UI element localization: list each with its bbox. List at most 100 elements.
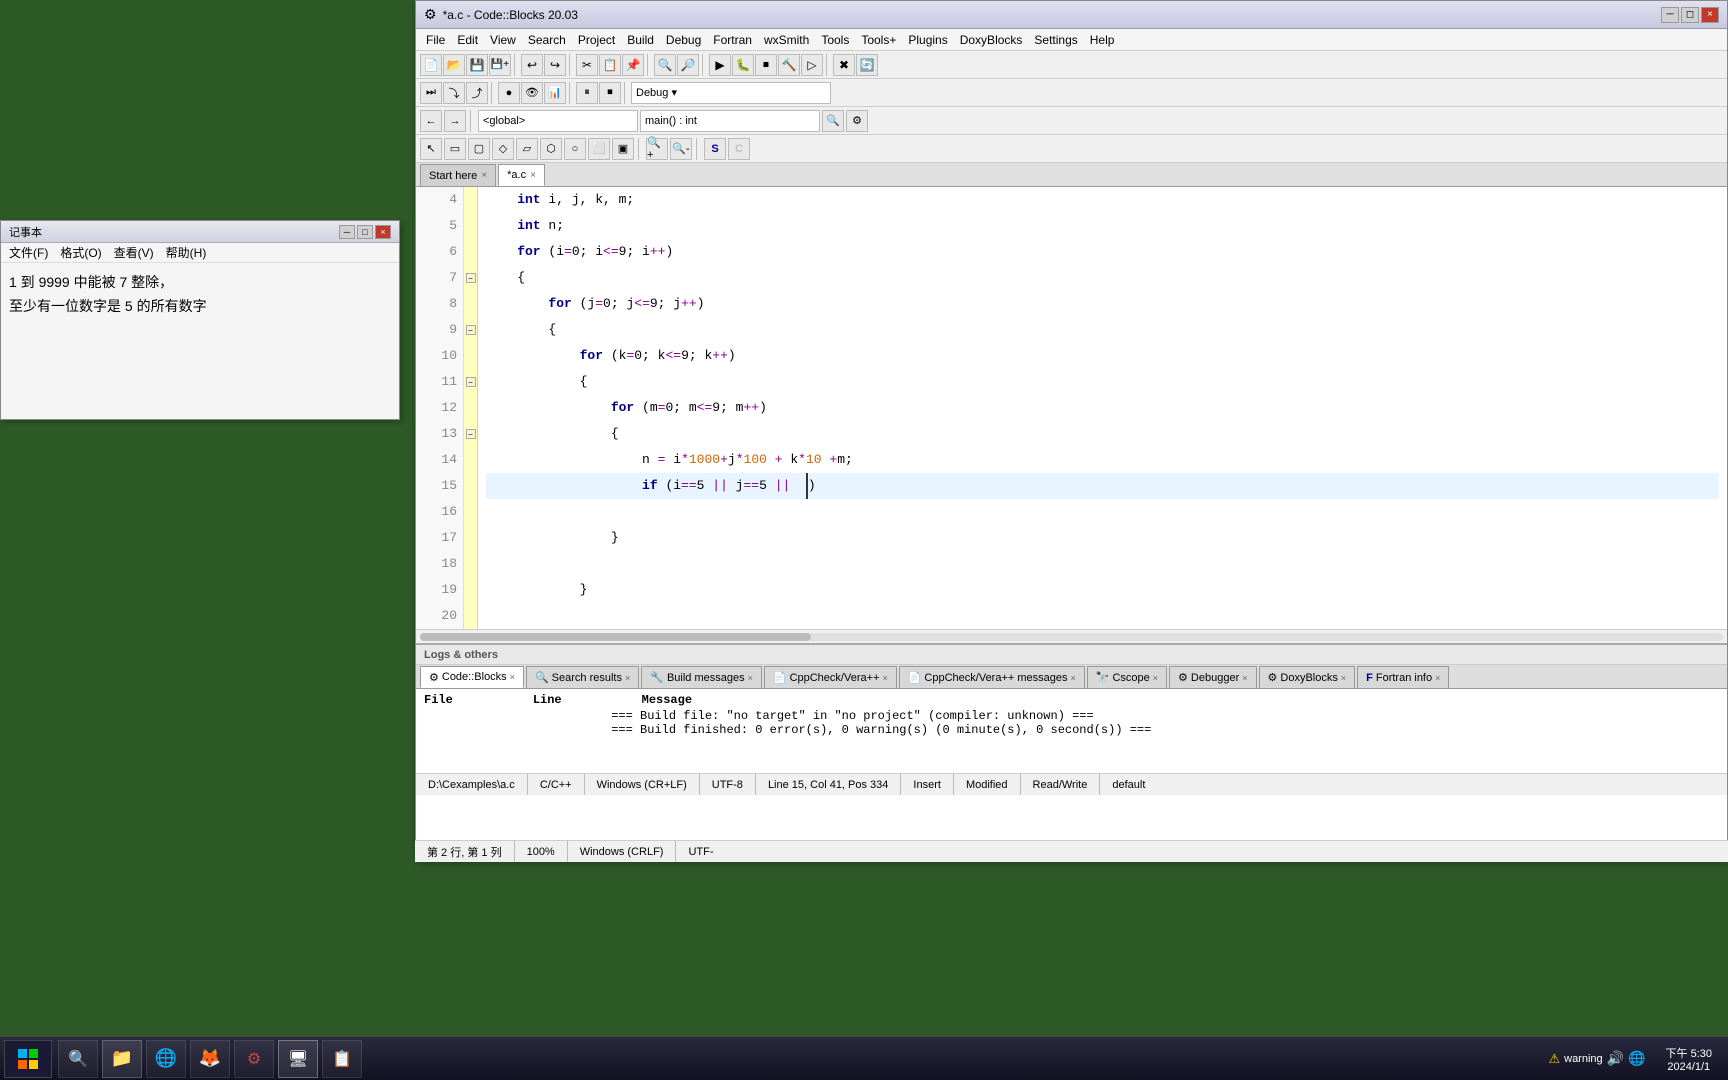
menu-tools[interactable]: Tools xyxy=(815,31,855,49)
scope-dropdown[interactable]: main() : int xyxy=(640,110,820,132)
tb-zoom-out[interactable]: 🔍- xyxy=(670,138,692,160)
tb2-stop[interactable]: ⏹ xyxy=(599,82,621,104)
tray-volume[interactable]: 🔊 xyxy=(1607,1050,1624,1067)
tb-saveall[interactable]: 💾+ xyxy=(489,54,511,76)
fortran-close[interactable]: × xyxy=(1435,673,1440,683)
log-tab-cppcheck-msgs[interactable]: 📄 CppCheck/Vera++ messages × xyxy=(899,666,1085,688)
menu-doxyblocks[interactable]: DoxyBlocks xyxy=(954,31,1029,49)
fold-13[interactable]: − xyxy=(464,421,477,447)
log-tab-fortran[interactable]: F Fortran info × xyxy=(1357,666,1449,688)
tb-cut[interactable]: ✂ xyxy=(576,54,598,76)
tb-run[interactable]: ▶ xyxy=(709,54,731,76)
tb3-settings[interactable]: ⚙ xyxy=(846,110,868,132)
tray-network[interactable]: 🌐 xyxy=(1628,1050,1645,1067)
h-scrollbar[interactable] xyxy=(416,629,1727,643)
menu-plugins[interactable]: Plugins xyxy=(902,31,953,49)
ide-close-btn[interactable]: × xyxy=(1701,7,1719,23)
taskbar-app1[interactable]: ⚙ xyxy=(234,1040,274,1078)
tb-build[interactable]: 🔨 xyxy=(778,54,800,76)
tb2-pause[interactable]: ⏸ xyxy=(576,82,598,104)
menu-debug[interactable]: Debug xyxy=(660,31,707,49)
debugger-close[interactable]: × xyxy=(1242,673,1247,683)
tb-circle[interactable]: ○ xyxy=(564,138,586,160)
menu-search[interactable]: Search xyxy=(522,31,572,49)
tb-copy[interactable]: 📋 xyxy=(599,54,621,76)
menu-file[interactable]: File xyxy=(420,31,451,49)
tb-open[interactable]: 📂 xyxy=(443,54,465,76)
start-button[interactable] xyxy=(4,1040,52,1078)
tb-undo[interactable]: ↩ xyxy=(521,54,543,76)
log-tab-doxyblocks[interactable]: ⚙ DoxyBlocks × xyxy=(1259,666,1356,688)
tb-redo[interactable]: ↪ xyxy=(544,54,566,76)
tb-para[interactable]: ▱ xyxy=(516,138,538,160)
cppcheck-msgs-close[interactable]: × xyxy=(1071,673,1076,683)
menu-build[interactable]: Build xyxy=(621,31,660,49)
tab-start-here[interactable]: Start here × xyxy=(420,164,496,186)
tb-snippet1[interactable]: S xyxy=(704,138,726,160)
tb3-back[interactable]: ← xyxy=(420,110,442,132)
tb-roundrect[interactable]: ▣ xyxy=(612,138,634,160)
codeblocks-tab-close[interactable]: × xyxy=(510,672,515,682)
tb2-watch[interactable]: 👁 xyxy=(521,82,543,104)
taskbar-app3[interactable]: 📋 xyxy=(322,1040,362,1078)
tb-abortbuild[interactable]: ✖ xyxy=(833,54,855,76)
tb-rebuild[interactable]: 🔄 xyxy=(856,54,878,76)
tab-a-c-close[interactable]: × xyxy=(530,170,536,181)
notepad-menu-view[interactable]: 查看(V) xyxy=(114,244,154,261)
menu-project[interactable]: Project xyxy=(572,31,621,49)
tb2-locals[interactable]: 📊 xyxy=(544,82,566,104)
code-content[interactable]: int i, j, k, m; int n; for (i=0; i<=9; i… xyxy=(478,187,1727,629)
notepad-menu-help[interactable]: 帮助(H) xyxy=(166,244,207,261)
global-scope-dropdown[interactable]: <global> xyxy=(478,110,638,132)
menu-wxsmith[interactable]: wxSmith xyxy=(758,31,815,49)
tb2-next[interactable]: ⏭ xyxy=(420,82,442,104)
doxy-close[interactable]: × xyxy=(1341,673,1346,683)
tb-search[interactable]: 🔍 xyxy=(654,54,676,76)
menu-help[interactable]: Help xyxy=(1084,31,1121,49)
tb-run2[interactable]: ▷ xyxy=(801,54,823,76)
fold-11[interactable]: − xyxy=(464,369,477,395)
tb-paste[interactable]: 📌 xyxy=(622,54,644,76)
notepad-minimize-btn[interactable]: ─ xyxy=(339,225,355,239)
menu-edit[interactable]: Edit xyxy=(451,31,484,49)
tb2-stepout[interactable]: ⤴ xyxy=(466,82,488,104)
taskbar-browser[interactable]: 🌐 xyxy=(146,1040,186,1078)
log-tab-codeblocks[interactable]: ⚙ Code::Blocks × xyxy=(420,666,524,688)
tb-zoom-in[interactable]: 🔍+ xyxy=(646,138,668,160)
fold-9[interactable]: − xyxy=(464,317,477,343)
log-tab-debugger[interactable]: ⚙ Debugger × xyxy=(1169,666,1256,688)
tb-debug[interactable]: 🐛 xyxy=(732,54,754,76)
notepad-close-btn[interactable]: × xyxy=(375,225,391,239)
log-tab-cscope[interactable]: 🔭 Cscope × xyxy=(1087,666,1167,688)
cppcheck-tab-close[interactable]: × xyxy=(882,673,887,683)
search-tab-close[interactable]: × xyxy=(625,673,630,683)
tab-a-c[interactable]: *a.c × xyxy=(498,164,545,186)
log-tab-cppcheck[interactable]: 📄 CppCheck/Vera++ × xyxy=(764,666,897,688)
tb3-search[interactable]: 🔍 xyxy=(822,110,844,132)
menu-tools-plus[interactable]: Tools+ xyxy=(855,31,902,49)
tb-rect1[interactable]: ▭ xyxy=(444,138,466,160)
build-target-dropdown[interactable]: Debug ▾ xyxy=(631,82,831,104)
fold-7[interactable]: − xyxy=(464,265,477,291)
tb-snippet2[interactable]: C xyxy=(728,138,750,160)
notepad-menu-format[interactable]: 格式(O) xyxy=(60,244,101,261)
tb2-stepinto[interactable]: ⤵ xyxy=(443,82,465,104)
tab-start-here-close[interactable]: × xyxy=(481,170,487,181)
notepad-maximize-btn[interactable]: □ xyxy=(357,225,373,239)
tb2-breakpoint[interactable]: ● xyxy=(498,82,520,104)
log-tab-search[interactable]: 🔍 Search results × xyxy=(526,666,639,688)
tb-hex[interactable]: ⬡ xyxy=(540,138,562,160)
tb-save[interactable]: 💾 xyxy=(466,54,488,76)
tb3-forward[interactable]: → xyxy=(444,110,466,132)
notepad-menu-file[interactable]: 文件(F) xyxy=(9,244,48,261)
menu-settings[interactable]: Settings xyxy=(1028,31,1083,49)
menu-fortran[interactable]: Fortran xyxy=(707,31,758,49)
taskbar-clock[interactable]: 下午 5:30 2024/1/1 xyxy=(1654,1045,1724,1073)
tb-arrow[interactable]: ↖ xyxy=(420,138,442,160)
tb-diamond[interactable]: ◇ xyxy=(492,138,514,160)
tb-stop[interactable]: ⏹ xyxy=(755,54,777,76)
build-tab-close[interactable]: × xyxy=(748,673,753,683)
log-tab-build[interactable]: 🔧 Build messages × xyxy=(641,666,762,688)
tb-replace[interactable]: 🔎 xyxy=(677,54,699,76)
menu-view[interactable]: View xyxy=(484,31,522,49)
